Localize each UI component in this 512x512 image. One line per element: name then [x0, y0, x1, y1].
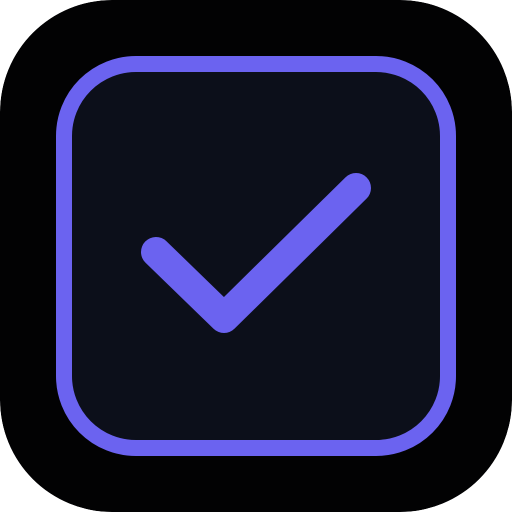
- app-icon: [0, 0, 512, 512]
- checkbox-tile: [56, 56, 456, 456]
- app-icon-graphic: [0, 0, 512, 512]
